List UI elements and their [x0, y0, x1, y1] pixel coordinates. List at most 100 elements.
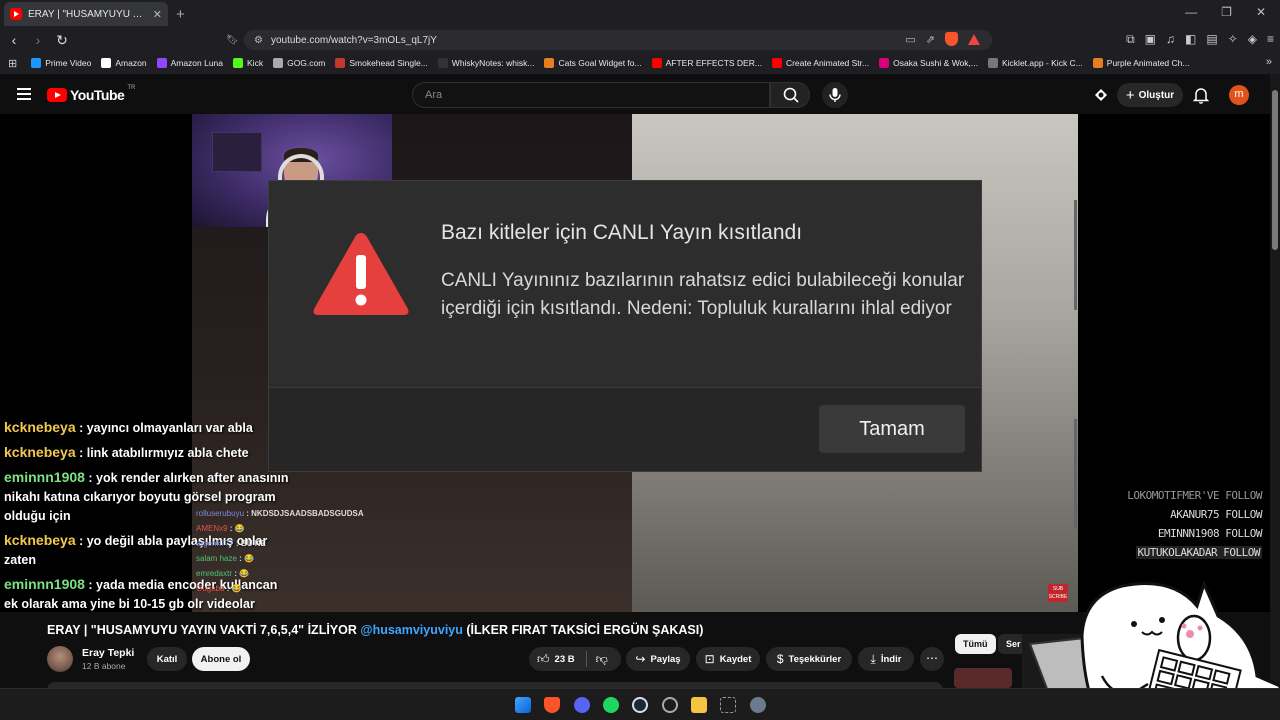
notifications-bell-icon[interactable] — [1193, 86, 1209, 104]
spotify-icon[interactable] — [603, 697, 619, 713]
screenshot-icon[interactable]: ▣ — [1145, 32, 1156, 47]
steam-icon[interactable] — [632, 697, 648, 713]
voice-search-button[interactable] — [822, 82, 848, 108]
tab-title: ERAY | "HUSAMYUYU YAYIN VAKT... — [28, 8, 147, 20]
mini-chat-message: emredaxtr : 😂 — [196, 566, 456, 581]
mini-chat-text: : 😂 — [224, 584, 242, 593]
brave-rewards-icon[interactable] — [968, 33, 980, 45]
cast-icon[interactable]: ▭ — [905, 33, 915, 46]
thanks-button[interactable]: $ Teşekkürler — [766, 647, 852, 671]
hamburger-menu-icon[interactable] — [17, 88, 31, 100]
search-input[interactable]: Ara — [412, 82, 770, 108]
like-icon[interactable]: 👍︎ — [537, 652, 550, 667]
mini-chat-message: Gugaba : 😂 — [196, 581, 456, 596]
mini-chat-username: emredaxtr — [196, 569, 233, 578]
mini-chat-text: : NKDSDJSAADSBADSGUDSA — [244, 509, 364, 518]
bookmark-item[interactable]: GOG.com — [273, 58, 325, 68]
dislike-icon[interactable]: 👎︎ — [596, 652, 608, 667]
media-icon[interactable]: ♫ — [1166, 32, 1175, 47]
create-button[interactable]: + Oluştur — [1117, 83, 1183, 107]
wallet-icon[interactable]: ▤ — [1206, 32, 1217, 47]
minimize-icon[interactable]: — — [1185, 5, 1197, 19]
bookmark-item[interactable]: Kicklet.app - Kick C... — [988, 58, 1083, 68]
studio-icon[interactable] — [1093, 87, 1109, 103]
extensions-icon[interactable]: ⧉ — [1126, 32, 1135, 47]
bookmark-icon[interactable]: 🔖︎ — [226, 35, 239, 46]
leo-ai-icon[interactable]: ✧ — [1228, 32, 1238, 47]
save-label: Kaydet — [719, 653, 752, 665]
join-button[interactable]: Katıl — [147, 647, 187, 671]
channel-name[interactable]: Eray Tepki — [82, 647, 134, 659]
save-bookmark-icon: ⊡ — [704, 652, 715, 666]
mini-chat-text: : 😂 — [227, 524, 245, 533]
ok-button[interactable]: Tamam — [819, 405, 965, 453]
browser-tab-active[interactable]: ERAY | "HUSAMYUYU YAYIN VAKT... ✕ — [4, 2, 168, 26]
search-button[interactable] — [770, 82, 810, 108]
bookmark-item[interactable]: AFTER EFFECTS DER... — [651, 58, 762, 68]
windows-taskbar — [0, 688, 1280, 720]
thanks-label: Teşekkürler — [788, 653, 842, 665]
search-icon — [783, 87, 799, 103]
like-count[interactable]: 23 B — [555, 654, 575, 665]
scrollbar-thumb[interactable] — [1272, 90, 1278, 250]
chat-message: kcknebeya : yayıncı olmayanları var abla — [4, 418, 294, 438]
bookmark-item[interactable]: Smokehead Single... — [335, 58, 428, 68]
bookmark-item[interactable]: Create Animated Str... — [771, 58, 869, 68]
bookmark-label: Osaka Sushi & Wok,... — [893, 58, 978, 68]
windows-start-icon[interactable] — [515, 697, 531, 713]
menu-icon[interactable]: ≡ — [1267, 32, 1274, 47]
bookmark-item[interactable]: Purple Animated Ch... — [1092, 58, 1189, 68]
share-label: Paylaş — [650, 653, 681, 665]
bookmark-favicon-icon — [31, 58, 42, 68]
bookmark-item[interactable]: Kick — [233, 58, 263, 68]
new-tab-button[interactable]: + — [176, 6, 185, 23]
follow-alert: LOKOMOTIFMER'VE FOLLOW — [1127, 489, 1262, 502]
mention-link[interactable]: @husamviyuviyu — [360, 623, 463, 637]
mini-chat-message: ergenk777 : BU NE — [196, 536, 456, 551]
bookmark-item[interactable]: Prime Video — [31, 58, 91, 68]
share-icon[interactable]: ⇗ — [926, 33, 935, 46]
sidebar-icon[interactable]: ◧ — [1185, 32, 1196, 47]
video-player[interactable]: Bazı kitleler için CANLI Yayın kısıtland… — [0, 114, 1270, 612]
mini-chat-username: salam haze — [196, 554, 237, 563]
obs-icon[interactable] — [662, 697, 678, 713]
snipping-tool-icon[interactable] — [720, 697, 736, 713]
chip-all[interactable]: Tümü — [955, 634, 996, 654]
site-settings-icon[interactable]: ⚙︎ — [254, 35, 263, 46]
file-explorer-icon[interactable] — [691, 697, 707, 713]
close-window-icon[interactable]: ✕ — [1256, 5, 1266, 19]
youtube-logo[interactable]: YouTube TR — [47, 85, 135, 103]
reload-icon[interactable]: ↻ — [52, 32, 72, 49]
save-button[interactable]: ⊡ Kaydet — [696, 647, 760, 671]
apps-grid-icon[interactable]: ⊞ — [8, 57, 17, 70]
close-tab-icon[interactable]: ✕ — [153, 8, 162, 21]
forward-icon[interactable]: › — [28, 32, 48, 48]
download-button[interactable]: ⤓ İndir — [858, 647, 914, 671]
share-button[interactable]: ↪ Paylaş — [626, 647, 690, 671]
bookmarks-bar: ⊞ Prime Video Amazon Amazon Luna Kick GOG.co… — [0, 52, 1280, 74]
bookmark-item[interactable]: Cats Goal Widget fo... — [544, 58, 642, 68]
more-bookmarks-icon[interactable]: » — [1266, 56, 1272, 68]
bookmark-item[interactable]: WhiskyNotes: whisk... — [437, 58, 534, 68]
bookmark-item[interactable]: Amazon — [101, 58, 147, 68]
vpn-icon[interactable]: ◈ — [1248, 32, 1257, 47]
account-avatar[interactable]: m — [1229, 85, 1249, 105]
browser-tabbar: ERAY | "HUSAMYUYU YAYIN VAKT... ✕ + — ❐ … — [0, 0, 1280, 28]
discord-icon[interactable] — [574, 697, 590, 713]
url-text[interactable]: youtube.com/watch?v=3mOLs_qL7jY — [271, 35, 437, 46]
more-actions-icon[interactable]: ⋯ — [920, 647, 944, 671]
warning-triangle-icon — [313, 233, 409, 315]
back-icon[interactable]: ‹ — [4, 32, 24, 48]
bookmark-item[interactable]: Osaka Sushi & Wok,... — [879, 58, 978, 68]
brave-shields-icon[interactable] — [945, 32, 958, 46]
brave-browser-icon[interactable] — [544, 697, 560, 713]
settings-icon[interactable] — [750, 697, 766, 713]
bookmark-label: Prime Video — [45, 58, 92, 68]
youtube-wordmark: YouTube — [70, 87, 125, 103]
maximize-icon[interactable]: ❐ — [1221, 5, 1232, 19]
bookmark-item[interactable]: Amazon Luna — [156, 58, 223, 68]
channel-avatar[interactable] — [47, 646, 73, 672]
subscribe-button[interactable]: Abone ol — [192, 647, 250, 671]
address-bar[interactable]: 🔖︎ ⚙︎ youtube.com/watch?v=3mOLs_qL7jY ▭ … — [226, 30, 992, 50]
recommended-thumbnail[interactable] — [954, 668, 1012, 688]
